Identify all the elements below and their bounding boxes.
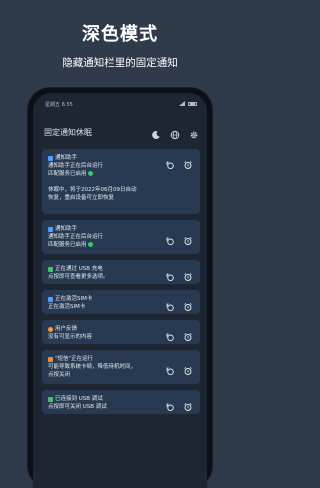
notification-app-name: 正在激活SIM卡 <box>55 296 93 302</box>
notification-card[interactable]: 用户反馈 没有可显示的内容 <box>42 320 200 344</box>
sleep-icon[interactable] <box>165 361 175 376</box>
status-time: 星期五 6:55 <box>45 102 73 108</box>
notification-app-name: 正在通过 USB 充电 <box>55 266 103 272</box>
app-title: 固定通知休眠 <box>44 128 92 137</box>
notification-card[interactable]: 正在激活SIM卡 正在激活SIM卡 <box>42 290 200 314</box>
notification-app-name: 用户反馈 <box>55 326 78 332</box>
app-icon <box>48 396 53 402</box>
alarm-icon[interactable] <box>183 155 193 169</box>
sleep-icon[interactable] <box>165 155 175 170</box>
moon-icon[interactable] <box>151 125 161 139</box>
notification-line: 点按即可关闭 USB 调试 <box>48 404 107 411</box>
app-icon <box>48 326 53 332</box>
phone-frame: 星期五 6:55 固定通知休眠 通知助手 通知助手正在后台运行 匹配服务已启用 … <box>28 88 212 488</box>
notification-card[interactable]: 通知助手 通知助手正在后台运行 匹配服务已启用 <box>42 220 200 254</box>
notification-line: 匹配服务已启用 <box>48 171 87 178</box>
notification-app-name: "短信"正在运行 <box>55 356 94 362</box>
status-icons <box>179 101 197 106</box>
app-icon <box>48 266 53 272</box>
sleep-info-line: 恢复，重启设备可立即恢复 <box>48 195 115 202</box>
globe-icon[interactable] <box>170 125 180 140</box>
notification-line: 点按关闭 <box>48 372 71 379</box>
battery-icon <box>188 101 197 106</box>
notification-line: 匹配服务已启用 <box>48 242 87 249</box>
notification-app-name: 通知助手 <box>55 155 78 161</box>
signal-icon <box>179 101 185 106</box>
notification-line: 点按即可查看更多选项。 <box>48 274 109 281</box>
notification-card[interactable]: 已连接到 USB 调试 点按即可关闭 USB 调试 <box>42 390 200 414</box>
alarm-icon[interactable] <box>183 361 193 375</box>
phone-screen: 星期五 6:55 固定通知休眠 通知助手 通知助手正在后台运行 匹配服务已启用 … <box>33 93 207 488</box>
notification-line: 可能导致系统卡顿，降低待机时间， <box>48 364 137 371</box>
notification-card[interactable]: 正在通过 USB 充电 点按即可查看更多选项。 <box>42 260 200 284</box>
status-bar: 星期五 6:55 <box>33 93 207 113</box>
sleep-icon[interactable] <box>165 267 175 282</box>
alarm-icon[interactable] <box>183 327 193 341</box>
app-icon <box>48 226 53 232</box>
sleep-icon[interactable] <box>165 231 175 246</box>
alarm-icon[interactable] <box>183 397 193 411</box>
alarm-icon[interactable] <box>183 267 193 281</box>
sleep-info-line: 休眠中，将于2022年06月09日自动 <box>48 187 137 193</box>
app-icon <box>48 356 53 362</box>
sleep-icon[interactable] <box>165 297 175 312</box>
status-dot-icon <box>87 171 93 177</box>
notification-line: 通知助手正在后台运行 <box>48 234 104 241</box>
sleep-icon[interactable] <box>165 327 175 342</box>
notification-app-name: 通知助手 <box>55 226 78 232</box>
alarm-icon[interactable] <box>183 297 193 311</box>
notification-line: 正在激活SIM卡 <box>48 304 86 311</box>
notification-card[interactable]: "短信"正在运行 可能导致系统卡顿，降低待机时间， 点按关闭 <box>42 350 200 384</box>
sleep-icon[interactable] <box>165 397 175 412</box>
app-bar: 固定通知休眠 <box>33 117 207 147</box>
notification-line: 通知助手正在后台运行 <box>48 163 104 170</box>
alarm-icon[interactable] <box>183 231 193 245</box>
notification-line: 没有可显示的内容 <box>48 334 93 341</box>
gear-icon[interactable] <box>189 125 199 139</box>
notification-card[interactable]: 通知助手 通知助手正在后台运行 匹配服务已启用 休眠中，将于2022年06月09… <box>42 149 200 214</box>
status-dot-icon <box>87 242 93 248</box>
notification-app-name: 已连接到 USB 调试 <box>55 396 103 402</box>
app-icon <box>48 155 53 161</box>
app-icon <box>48 296 53 302</box>
promo-subtitle: 隐藏通知栏里的固定通知 <box>62 57 178 69</box>
promo-title: 深色模式 <box>82 24 158 45</box>
